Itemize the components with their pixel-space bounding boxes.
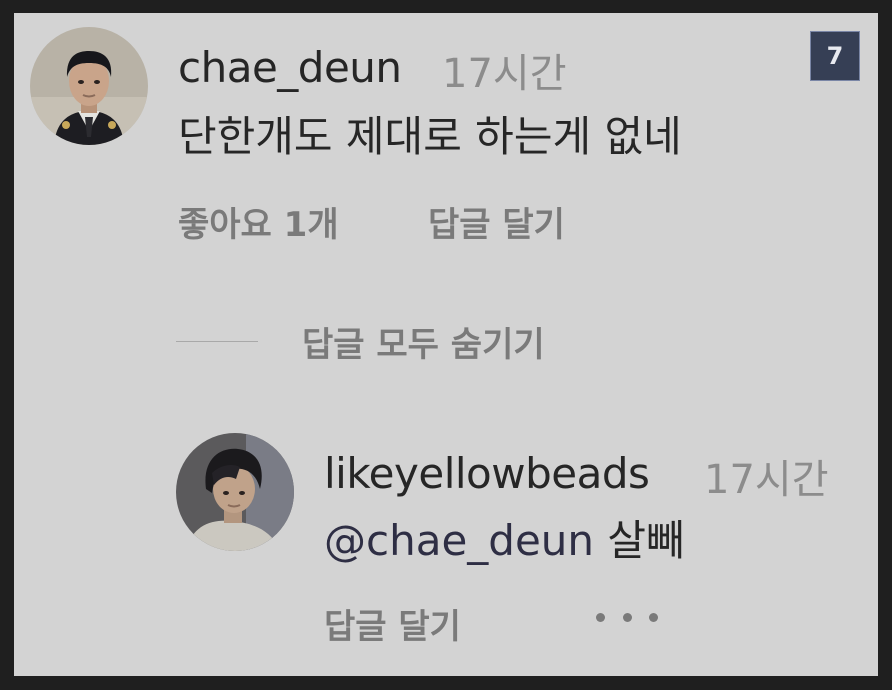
divider [176,341,258,342]
reply-text: @chae_deun 살빼 [324,507,685,568]
likes-count[interactable]: 좋아요 1개 [178,197,339,246]
mention-link[interactable]: @chae_deun [324,516,594,565]
reply-reply-button[interactable]: 답글 달기 [324,599,461,648]
avatar[interactable] [30,27,148,145]
dot [649,612,658,622]
comment-username[interactable]: chae_deun [178,43,402,92]
reply-time: 17시간 [704,457,829,503]
hide-replies-button[interactable]: 답글 모두 숨기기 [302,317,545,366]
reply-username[interactable]: likeyellowbeads [324,449,650,498]
dot [596,612,605,622]
dot [622,612,632,622]
more-dots-icon[interactable] [596,607,658,627]
number-badge: 7 [810,31,860,81]
comment-text: 단한개도 제대로 하는게 없네 [178,112,682,161]
reply-avatar[interactable] [176,433,294,551]
reply-button[interactable]: 답글 달기 [428,197,565,246]
comment-thread: 7 chae_deun 17시간 단한개도 제대로 하는게 없네 좋아요 1개 … [14,13,878,676]
avatar-image-icon [176,433,294,551]
avatar-image-icon [30,27,148,145]
reply-body: 살빼 [607,516,685,565]
comment-time: 17시간 [442,51,567,97]
